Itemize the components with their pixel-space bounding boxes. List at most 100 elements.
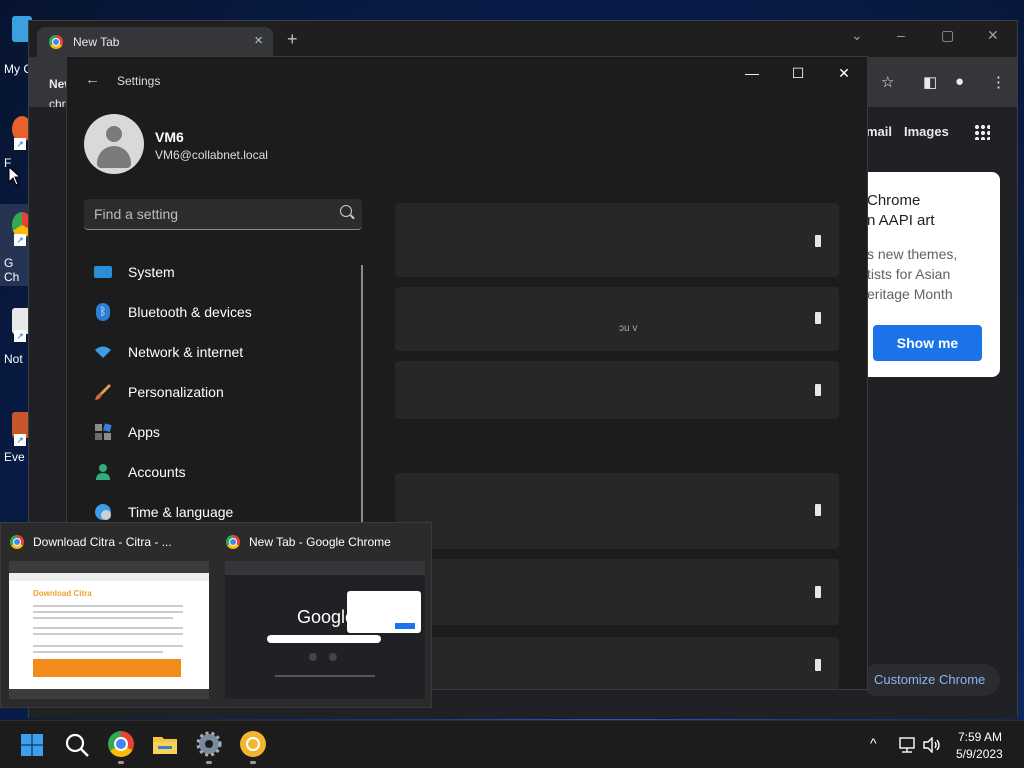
thumbnail-title: Download Citra - Citra - ... (33, 535, 172, 549)
file-explorer-icon[interactable] (152, 731, 178, 757)
maximize-icon[interactable]: ☐ (783, 65, 813, 82)
images-link[interactable]: Images (904, 124, 949, 139)
volume-icon[interactable] (922, 737, 942, 753)
nav-item-label: System (128, 264, 175, 280)
nav-item-system[interactable]: System (84, 254, 344, 290)
promo-text: s new themes, (867, 246, 958, 262)
nav-item-apps[interactable]: Apps (84, 414, 344, 450)
settings-card[interactable] (395, 361, 839, 419)
menu-kebab-icon[interactable]: ⋮ (991, 73, 1006, 91)
settings-card[interactable] (395, 559, 839, 625)
user-avatar[interactable] (84, 114, 144, 174)
brush-icon (95, 384, 111, 400)
chevron-right-icon (815, 235, 821, 247)
desktop-icon-label: Ch (4, 270, 20, 284)
network-icon[interactable] (898, 737, 916, 753)
close-window-icon[interactable]: ✕ (829, 65, 859, 82)
nav-item-accounts[interactable]: Accounts (84, 454, 344, 490)
shortcut-arrow-icon: ↗ (14, 234, 26, 246)
chevron-right-icon (815, 504, 821, 516)
settings-card[interactable] (395, 637, 839, 689)
bluetooth-icon: ᛒ (96, 303, 110, 321)
apps-icon (95, 423, 112, 440)
user-email: VM6@collabnet.local (155, 148, 268, 162)
show-me-button[interactable]: Show me (873, 325, 982, 361)
mouse-pointer-icon (8, 166, 20, 186)
chevron-right-icon (815, 586, 821, 598)
new-tab-button[interactable]: + (287, 30, 298, 48)
settings-search-input[interactable] (94, 205, 324, 223)
partial-text: ɔu v (619, 323, 638, 334)
promo-title: Chrome (867, 192, 921, 209)
promo-text: eritage Month (867, 286, 953, 302)
chevron-right-icon (815, 659, 821, 671)
desktop-icon-label: Not (4, 352, 23, 366)
nav-item-label: Personalization (128, 384, 224, 400)
nav-item-label: Apps (128, 424, 160, 440)
avatar-head (106, 126, 122, 142)
thumbnail-new-tab[interactable]: New Tab - Google Chrome Google (217, 523, 433, 709)
profile-icon[interactable]: ● (955, 73, 964, 90)
system-icon (94, 266, 112, 278)
tab-title: New Tab (73, 35, 120, 49)
google-apps-icon[interactable] (974, 124, 990, 140)
promo-text: tists for Asian (867, 266, 951, 282)
user-name: VM6 (155, 129, 184, 145)
customize-chrome-button[interactable]: Customize Chrome (862, 664, 1000, 696)
search-icon[interactable] (64, 732, 90, 758)
chrome-tab-strip[interactable]: New Tab × + ⌄ – ▢ ✕ (29, 21, 1017, 57)
back-arrow-icon[interactable]: ← (85, 71, 100, 88)
shortcut-arrow-icon: ↗ (14, 330, 26, 342)
search-icon[interactable] (340, 205, 352, 217)
windows-start-icon[interactable] (20, 733, 44, 757)
clock-time[interactable]: 7:59 AM (958, 730, 1002, 744)
running-indicator (250, 761, 256, 764)
citra-heading: Download Citra (33, 589, 92, 598)
minimize-icon[interactable]: — (737, 65, 767, 81)
nav-item-label: Network & internet (128, 344, 244, 360)
taskbar-thumbnail-popup: Download Citra - Citra - ... Download Ci… (0, 522, 432, 708)
nav-item-network[interactable]: Network & internet (84, 334, 344, 370)
nav-item-label: Accounts (128, 464, 186, 480)
chevron-right-icon (815, 384, 821, 396)
citra-app-icon[interactable] (240, 731, 266, 757)
chrome-taskbar-icon[interactable] (108, 731, 134, 757)
gmail-link[interactable]: mail (866, 124, 892, 139)
clock-date[interactable]: 5/9/2023 (956, 747, 1003, 761)
thumbnail-preview: Google (225, 561, 425, 699)
side-panel-icon[interactable]: ◧ (923, 73, 937, 91)
minimize-icon[interactable]: – (897, 27, 905, 43)
nav-scrollbar[interactable] (361, 265, 363, 525)
settings-card[interactable] (395, 473, 839, 549)
shortcut-arrow-icon: ↗ (14, 138, 26, 150)
avatar-body (97, 146, 131, 168)
settings-card[interactable]: ɔu v (395, 287, 839, 351)
desktop-icon-label: Eve (4, 450, 25, 464)
chevron-right-icon (815, 312, 821, 324)
settings-search-box[interactable] (84, 199, 362, 230)
nav-item-label: Bluetooth & devices (128, 304, 252, 320)
wifi-icon (95, 346, 111, 358)
settings-card[interactable] (395, 203, 839, 277)
nav-item-personalization[interactable]: Personalization (84, 374, 344, 410)
settings-title: Settings (117, 74, 161, 88)
globe-clock-icon (95, 504, 111, 520)
maximize-icon[interactable]: ▢ (941, 27, 954, 44)
tab-search-chevron-icon[interactable]: ⌄ (851, 27, 863, 44)
thumbnail-citra[interactable]: Download Citra - Citra - ... Download Ci… (1, 523, 217, 709)
nav-item-bluetooth[interactable]: ᛒ Bluetooth & devices (84, 294, 344, 330)
nav-item-label: Time & language (128, 504, 234, 520)
settings-gear-icon[interactable] (196, 731, 222, 757)
bookmark-star-icon[interactable]: ☆ (881, 73, 894, 91)
close-window-icon[interactable]: ✕ (987, 27, 999, 44)
running-indicator (206, 761, 212, 764)
show-hidden-icons-chevron-icon[interactable]: ^ (870, 735, 877, 751)
chrome-tab-new-tab[interactable]: New Tab × (37, 27, 273, 57)
thumbnail-preview: Download Citra (9, 561, 209, 699)
running-indicator (118, 761, 124, 764)
chrome-favicon-icon (226, 535, 240, 549)
thumbnail-title: New Tab - Google Chrome (249, 535, 391, 549)
shortcut-arrow-icon: ↗ (14, 434, 26, 446)
close-tab-icon[interactable]: × (254, 32, 263, 49)
taskbar: ^ 7:59 AM 5/9/2023 (0, 720, 1024, 768)
